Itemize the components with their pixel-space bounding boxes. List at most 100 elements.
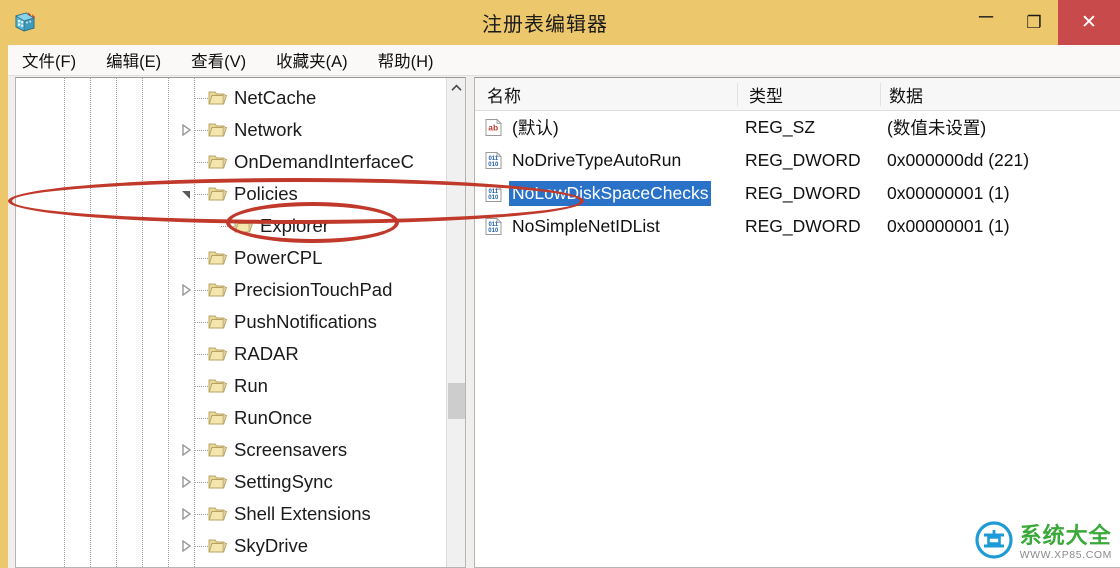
tree-connector bbox=[195, 194, 208, 195]
tree-item-label: PushNotifications bbox=[234, 311, 377, 332]
tree-connector bbox=[195, 162, 208, 163]
value-data: (数值未设置) bbox=[887, 118, 987, 138]
watermark: 系统大全 WWW.XP85.COM bbox=[975, 521, 1112, 564]
chevron-right-icon[interactable] bbox=[178, 122, 194, 138]
folder-icon bbox=[208, 89, 228, 106]
tree-item-label: Policies bbox=[234, 183, 298, 204]
tree-item-netcache[interactable]: NetCache bbox=[16, 82, 446, 114]
window-controls: ─ ❐ ✕ bbox=[962, 0, 1120, 45]
value-data: 0x000000dd (221) bbox=[887, 150, 1030, 170]
chevron-right-icon[interactable] bbox=[178, 474, 194, 490]
tree-item-screensavers[interactable]: Screensavers bbox=[16, 434, 446, 466]
menu-edit[interactable]: 编辑(E) bbox=[102, 46, 165, 74]
folder-icon bbox=[208, 249, 228, 266]
string-value-icon: ab bbox=[484, 118, 503, 137]
tree-item-policies[interactable]: Policies bbox=[16, 178, 446, 210]
tree-item-runonce[interactable]: RunOnce bbox=[16, 402, 446, 434]
tree-item-label: RunOnce bbox=[234, 407, 313, 428]
value-type: REG_SZ bbox=[745, 117, 816, 137]
folder-icon bbox=[208, 313, 228, 330]
tree-item-pushnotifications[interactable]: PushNotifications bbox=[16, 306, 446, 338]
chevron-right-icon[interactable] bbox=[178, 442, 194, 458]
watermark-text: 系统大全 WWW.XP85.COM bbox=[1019, 524, 1112, 561]
tree-vertical-scrollbar[interactable] bbox=[446, 78, 465, 567]
folder-icon bbox=[234, 217, 254, 234]
menu-favorites[interactable]: 收藏夹(A) bbox=[272, 46, 352, 74]
column-header-data[interactable]: 数据 bbox=[889, 82, 923, 107]
value-type: REG_DWORD bbox=[745, 216, 861, 236]
tree-item-label: PrecisionTouchPad bbox=[234, 279, 393, 300]
value-name[interactable]: NoDriveTypeAutoRun bbox=[509, 148, 684, 173]
tree-connector bbox=[195, 258, 208, 259]
registry-tree-list: NetCache Network OnDemandInterfaceC Policie… bbox=[16, 82, 446, 562]
menu-view[interactable]: 查看(V) bbox=[187, 46, 250, 74]
tree-connector bbox=[221, 226, 234, 227]
title-bar: 注册表编辑器 ─ ❐ ✕ bbox=[0, 0, 1120, 45]
table-row[interactable]: 011 010 NoLowDiskSpaceChecks REG_DWORD 0x000… bbox=[475, 177, 1120, 210]
value-name[interactable]: NoLowDiskSpaceChecks bbox=[509, 181, 712, 206]
tree-item-label: OnDemandInterfaceC bbox=[234, 151, 414, 172]
registry-tree-pane[interactable]: NetCache Network OnDemandInterfaceC Policie… bbox=[15, 77, 466, 568]
maximize-button[interactable]: ❐ bbox=[1010, 0, 1058, 45]
values-row-list: ab (默认) REG_SZ (数值未设置) 011 010 NoDriveTypeAuto… bbox=[475, 111, 1120, 243]
value-type: REG_DWORD bbox=[745, 150, 861, 170]
column-divider[interactable] bbox=[737, 83, 738, 106]
tree-item-shell-extensions[interactable]: Shell Extensions bbox=[16, 498, 446, 530]
column-divider[interactable] bbox=[880, 83, 881, 106]
close-button[interactable]: ✕ bbox=[1058, 0, 1120, 45]
tree-connector bbox=[195, 98, 208, 99]
folder-icon bbox=[208, 537, 228, 554]
tree-item-label: PowerCPL bbox=[234, 247, 323, 268]
dword-value-icon: 011 010 bbox=[484, 184, 503, 203]
value-name[interactable]: NoSimpleNetIDList bbox=[509, 214, 663, 239]
chevron-right-icon[interactable] bbox=[178, 506, 194, 522]
chevron-down-icon[interactable] bbox=[178, 186, 194, 202]
scroll-thumb[interactable] bbox=[448, 383, 465, 420]
tree-item-label: Screensavers bbox=[234, 439, 348, 460]
menu-bar: 文件(F) 编辑(E) 查看(V) 收藏夹(A) 帮助(H) bbox=[8, 45, 1120, 76]
minimize-button[interactable]: ─ bbox=[962, 0, 1010, 45]
tree-item-ondemandinterfacec[interactable]: OnDemandInterfaceC bbox=[16, 146, 446, 178]
tree-item-label: Network bbox=[234, 119, 302, 140]
table-row[interactable]: 011 010 NoSimpleNetIDList REG_DWORD 0x000000… bbox=[475, 210, 1120, 243]
column-header-name[interactable]: 名称 bbox=[487, 82, 521, 107]
tree-item-explorer[interactable]: Explorer bbox=[16, 210, 446, 242]
tree-item-precisiontouchpad[interactable]: PrecisionTouchPad bbox=[16, 274, 446, 306]
tree-connector bbox=[195, 418, 208, 419]
chevron-right-icon[interactable] bbox=[178, 282, 194, 298]
tree-item-settingsync[interactable]: SettingSync bbox=[16, 466, 446, 498]
tree-item-powercpl[interactable]: PowerCPL bbox=[16, 242, 446, 274]
folder-icon bbox=[208, 153, 228, 170]
dword-value-icon: 011 010 bbox=[484, 151, 503, 170]
tree-item-skydrive[interactable]: SkyDrive bbox=[16, 530, 446, 562]
value-name[interactable]: (默认) bbox=[509, 115, 562, 140]
tree-item-label: RADAR bbox=[234, 343, 299, 364]
tree-item-label: NetCache bbox=[234, 87, 317, 108]
tree-item-radar[interactable]: RADAR bbox=[16, 338, 446, 370]
tree-connector bbox=[195, 450, 208, 451]
menu-help[interactable]: 帮助(H) bbox=[374, 46, 438, 74]
tree-connector bbox=[195, 546, 208, 547]
table-row[interactable]: 011 010 NoDriveTypeAutoRun REG_DWORD 0x00000… bbox=[475, 144, 1120, 177]
registry-values-pane[interactable]: 名称 类型 数据 ab (默认) REG_SZ (数值未设置) 011 010 NoDriv… bbox=[474, 77, 1120, 568]
watermark-url: WWW.XP85.COM bbox=[1019, 548, 1112, 561]
folder-icon bbox=[208, 281, 228, 298]
svg-text:010: 010 bbox=[488, 195, 499, 201]
tree-item-label: SettingSync bbox=[234, 471, 333, 492]
tree-item-run[interactable]: Run bbox=[16, 370, 446, 402]
menu-file[interactable]: 文件(F) bbox=[18, 46, 80, 74]
dword-value-icon: 011 010 bbox=[484, 217, 503, 236]
values-column-header: 名称 类型 数据 bbox=[475, 78, 1120, 111]
tree-item-network[interactable]: Network bbox=[16, 114, 446, 146]
value-type: REG_DWORD bbox=[745, 183, 861, 203]
chevron-right-icon[interactable] bbox=[178, 538, 194, 554]
folder-icon bbox=[208, 505, 228, 522]
scroll-up-arrow-icon[interactable] bbox=[447, 78, 465, 97]
tree-item-label: Explorer bbox=[260, 215, 329, 236]
folder-icon bbox=[208, 345, 228, 362]
table-row[interactable]: ab (默认) REG_SZ (数值未设置) bbox=[475, 111, 1120, 144]
column-header-type[interactable]: 类型 bbox=[749, 82, 783, 107]
tree-connector bbox=[195, 386, 208, 387]
folder-icon bbox=[208, 473, 228, 490]
tree-connector bbox=[195, 514, 208, 515]
